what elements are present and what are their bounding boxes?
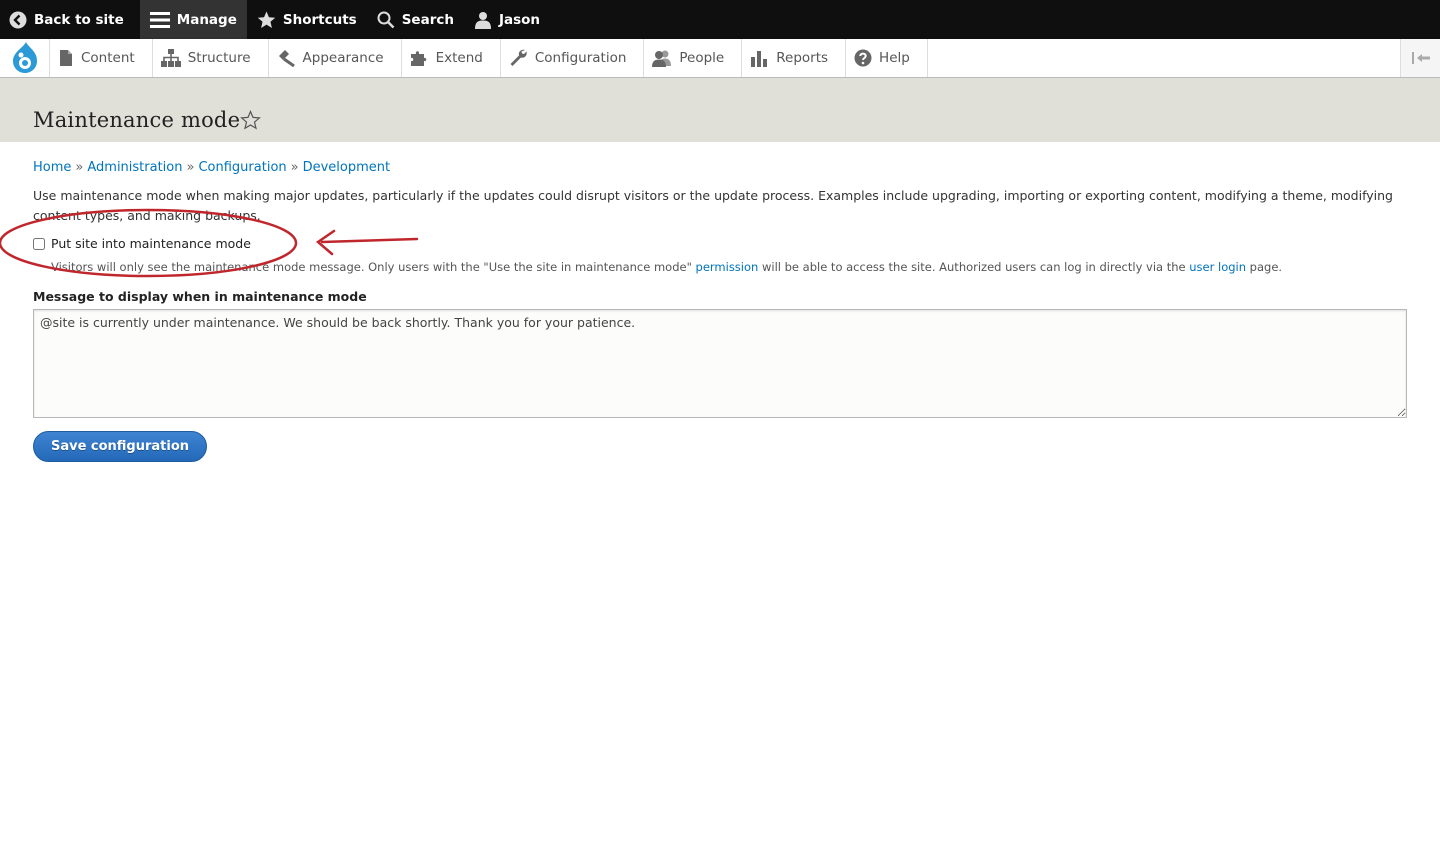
page-title: Maintenance mode: [33, 108, 241, 132]
menu-structure-label: Structure: [187, 50, 251, 66]
sitemap-icon: [160, 49, 181, 67]
user-icon: [474, 11, 491, 29]
menu-extend-label: Extend: [435, 50, 483, 66]
menu-configuration[interactable]: Configuration: [501, 39, 645, 77]
menu-structure[interactable]: Structure: [153, 39, 269, 77]
help-text-part2: will be able to access the site. Authori…: [758, 260, 1190, 274]
user-tab[interactable]: Jason: [464, 0, 550, 39]
menu-content[interactable]: Content: [50, 39, 153, 77]
user-login-link[interactable]: user login: [1189, 260, 1246, 274]
people-icon: [652, 50, 672, 67]
shortcuts-tab[interactable]: Shortcuts: [247, 0, 367, 39]
drupal-drop-icon: [12, 42, 37, 73]
breadcrumb-separator: »: [290, 160, 299, 175]
menu-content-label: Content: [81, 50, 135, 66]
manage-tab[interactable]: Manage: [139, 0, 247, 39]
shortcuts-label: Shortcuts: [282, 11, 357, 28]
manage-label: Manage: [176, 11, 237, 28]
message-label: Message to display when in maintenance m…: [33, 289, 367, 304]
menu-help[interactable]: Help: [846, 39, 928, 77]
menu-reports-label: Reports: [776, 50, 829, 66]
maintenance-mode-checkbox-row: Put site into maintenance mode: [33, 236, 251, 251]
tray-spacer: [928, 39, 1400, 77]
user-name: Jason: [498, 11, 541, 28]
help-text-part1: Visitors will only see the maintenance m…: [51, 260, 696, 274]
save-configuration-button[interactable]: Save configuration: [33, 431, 207, 462]
breadcrumb-home[interactable]: Home: [33, 160, 71, 175]
maintenance-mode-checkbox[interactable]: [33, 237, 45, 250]
collapse-tray-button[interactable]: [1400, 39, 1440, 77]
admin-toolbar: Back to site Manage Shortcuts Search Jas…: [0, 0, 1440, 39]
star-icon: [257, 10, 276, 28]
back-to-site-label: Back to site: [34, 11, 124, 28]
breadcrumb-separator: »: [75, 160, 84, 175]
search-tab[interactable]: Search: [367, 0, 464, 39]
menu-reports[interactable]: Reports: [742, 39, 847, 77]
hamburger-icon: [149, 11, 170, 28]
page-description: Use maintenance mode when making major u…: [33, 188, 1393, 223]
menu-people[interactable]: People: [644, 39, 743, 77]
favorite-star-icon[interactable]: [240, 110, 261, 130]
file-icon: [60, 50, 72, 66]
back-arrow-icon: [9, 11, 27, 28]
help-text-part3: page.: [1246, 260, 1283, 274]
permission-link[interactable]: permission: [696, 260, 759, 274]
puzzle-icon: [410, 51, 426, 66]
breadcrumb-administration[interactable]: Administration: [87, 160, 182, 175]
menu-configuration-label: Configuration: [534, 50, 627, 66]
page-header: Maintenance mode: [0, 78, 1440, 142]
menu-people-label: People: [679, 50, 725, 66]
wrench-icon: [510, 49, 527, 66]
menu-extend[interactable]: Extend: [402, 39, 501, 77]
admin-menu-tray: Content Structure Appearance Extend Conf…: [0, 39, 1440, 78]
menu-help-label: Help: [879, 50, 910, 66]
collapse-arrow-icon: [1411, 52, 1430, 64]
paintbrush-icon: [278, 50, 295, 67]
back-to-site-link[interactable]: Back to site: [0, 0, 140, 39]
maintenance-mode-help: Visitors will only see the maintenance m…: [51, 260, 1282, 274]
search-label: Search: [401, 11, 454, 28]
menu-appearance[interactable]: Appearance: [269, 39, 402, 77]
breadcrumb-development[interactable]: Development: [303, 160, 391, 175]
bar-chart-icon: [751, 51, 768, 67]
annotation-arrow-icon: [315, 229, 419, 256]
breadcrumb: Home» Administration» Configuration» Develo…: [33, 160, 390, 175]
maintenance-message-textarea[interactable]: [33, 309, 1407, 418]
help-icon: [854, 49, 872, 67]
menu-appearance-label: Appearance: [302, 50, 384, 66]
breadcrumb-configuration[interactable]: Configuration: [198, 160, 286, 175]
search-icon: [377, 11, 395, 28]
drupal-logo[interactable]: [0, 39, 50, 77]
breadcrumb-separator: »: [186, 160, 195, 175]
maintenance-mode-label[interactable]: Put site into maintenance mode: [51, 236, 251, 251]
